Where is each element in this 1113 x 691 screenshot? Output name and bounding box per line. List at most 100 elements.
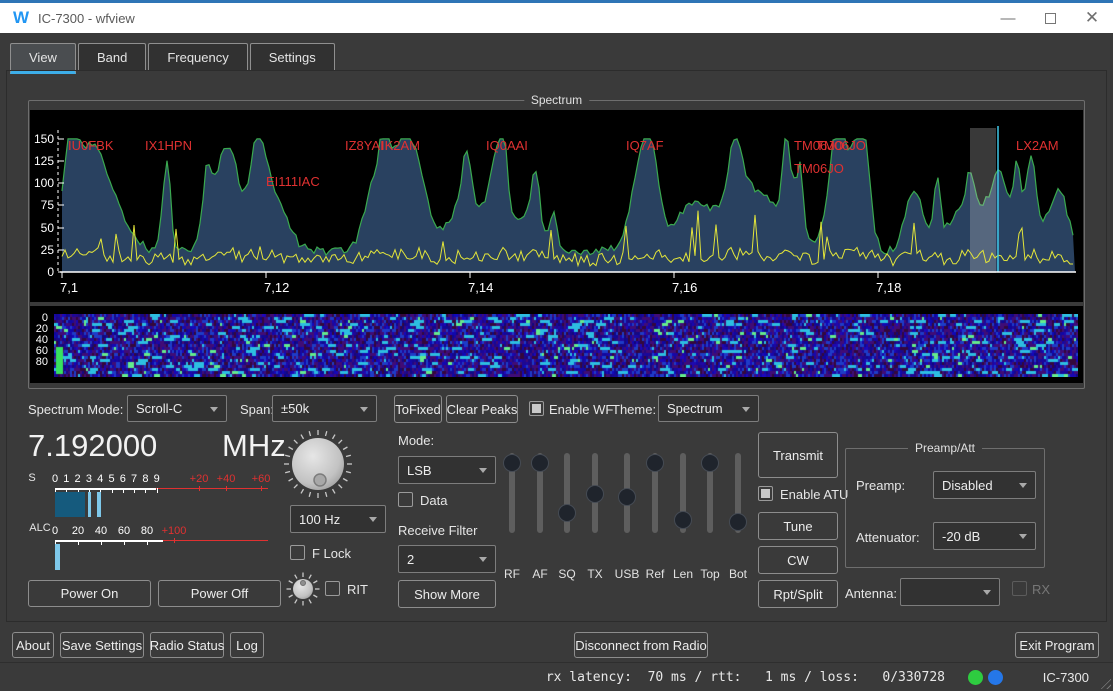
disconnect-button[interactable]: Disconnect from Radio (574, 632, 708, 658)
tune-button[interactable]: Tune (758, 512, 838, 540)
tab-band[interactable]: Band (78, 43, 146, 71)
attenuator-select[interactable]: -20 dB (933, 522, 1036, 550)
slider-label-sq: SQ (558, 567, 575, 581)
preamp-label: Preamp: (856, 478, 905, 493)
close-button[interactable]: ✕ (1071, 3, 1113, 33)
rpt-split-button[interactable]: Rpt/Split (758, 580, 838, 608)
receive-filter-select[interactable]: 2 (398, 545, 496, 573)
spectrum-x-tick: 7,18 (876, 280, 901, 295)
slider-handle[interactable] (674, 511, 692, 529)
spectrum-y-tick: 50 (41, 221, 55, 235)
slider-label-ref: Ref (646, 567, 665, 581)
slider-handle[interactable] (586, 485, 604, 503)
minimize-button[interactable]: — (987, 3, 1029, 33)
waterfall-y-tick: 80 (30, 356, 48, 368)
callsign-label[interactable]: LX2AM (1016, 138, 1059, 153)
data-mode-label: Data (420, 493, 447, 508)
show-more-button[interactable]: Show More (398, 580, 496, 608)
s-meter-tick: 4 (97, 473, 103, 485)
exit-program-button[interactable]: Exit Program (1015, 632, 1099, 658)
tofixed-button[interactable]: ToFixed (394, 395, 442, 423)
mode-label: Mode: (398, 433, 434, 448)
slider-bot[interactable] (727, 453, 749, 533)
slider-ref[interactable] (644, 453, 666, 533)
callsign-label[interactable]: IX1HPN (145, 138, 192, 153)
waterfall-canvas[interactable] (54, 314, 1078, 377)
callsign-label[interactable]: EI111IAC (266, 174, 320, 189)
chevron-down-icon (479, 468, 487, 473)
tuning-knob[interactable] (280, 426, 356, 502)
slider-usb[interactable] (616, 453, 638, 533)
rx-antenna-checkbox[interactable] (1012, 581, 1027, 596)
callsign-label[interactable]: IU0FBK (68, 138, 114, 153)
enable-atu-checkbox[interactable] (758, 486, 773, 501)
cw-button[interactable]: CW (758, 546, 838, 574)
clear-peaks-button[interactable]: Clear Peaks (446, 395, 518, 423)
callsign-label[interactable]: TM06JO (794, 161, 844, 176)
slider-top[interactable] (699, 453, 721, 533)
callsign-label[interactable]: IZ8YAI (345, 138, 384, 153)
chevron-down-icon (360, 407, 368, 412)
slider-label-len: Len (673, 567, 693, 581)
maximize-button[interactable] (1029, 3, 1071, 33)
log-button[interactable]: Log (230, 632, 264, 658)
antenna-select[interactable] (900, 578, 1000, 606)
s-meter-tick: 9 (154, 473, 160, 485)
slider-tx[interactable] (584, 453, 606, 533)
resize-grip[interactable] (1098, 676, 1111, 689)
minimize-icon: — (1001, 10, 1016, 27)
callsign-label[interactable]: TM06JO (816, 138, 866, 153)
frequency-display[interactable]: 7.192000 (28, 428, 157, 464)
alc-meter-tick: 60 (118, 525, 130, 537)
s-meter-tick: 8 (142, 473, 148, 485)
s-meter-tick: 0 (52, 473, 58, 485)
slider-label-af: AF (532, 567, 547, 581)
span-select[interactable]: ±50k (272, 395, 377, 422)
theme-select[interactable]: Spectrum (658, 395, 759, 422)
data-mode-checkbox[interactable] (398, 492, 413, 507)
callsign-label[interactable]: IQ7AF (626, 138, 664, 153)
tab-frequency[interactable]: Frequency (148, 43, 247, 71)
slider-handle[interactable] (531, 454, 549, 472)
slider-handle[interactable] (503, 454, 521, 472)
slider-len[interactable] (672, 453, 694, 533)
rit-knob[interactable] (285, 571, 321, 607)
slider-af[interactable] (529, 453, 551, 533)
rx-antenna-label: RX (1032, 582, 1050, 597)
slider-handle[interactable] (646, 454, 664, 472)
spectrum-mode-select[interactable]: Scroll-C (127, 395, 227, 422)
about-button[interactable]: About (12, 632, 54, 658)
slider-handle[interactable] (701, 454, 719, 472)
enable-atu-label: Enable ATU (780, 487, 848, 502)
slider-rf[interactable] (501, 453, 523, 533)
transmit-button[interactable]: Transmit (758, 432, 838, 478)
s-meter-tick: 1 (63, 473, 69, 485)
rit-checkbox[interactable] (325, 581, 340, 596)
spectrum-y-tick: 100 (34, 176, 54, 190)
slider-handle[interactable] (618, 488, 636, 506)
enable-wf-checkbox[interactable] (529, 401, 544, 416)
spectrum-plot[interactable]: 15012510075502507,17,127,147,167,18IU0FB… (30, 110, 1083, 302)
save-settings-button[interactable]: Save Settings (60, 632, 144, 658)
waterfall-plot[interactable]: 020406080 (30, 306, 1083, 383)
flock-checkbox[interactable] (290, 545, 305, 560)
alc-meter-label: ALC (29, 522, 50, 534)
mode-select[interactable]: LSB (398, 456, 496, 484)
tab-settings[interactable]: Settings (250, 43, 335, 71)
callsign-label[interactable]: IK2AM (381, 138, 420, 153)
callsign-label[interactable]: IQ0AAI (486, 138, 528, 153)
theme-value: Spectrum (667, 401, 723, 416)
enable-wf-label: Enable WF (549, 402, 613, 417)
slider-handle[interactable] (558, 504, 576, 522)
power-on-button[interactable]: Power On (28, 580, 151, 607)
power-off-button[interactable]: Power Off (158, 580, 281, 607)
radio-status-button[interactable]: Radio Status (150, 632, 224, 658)
s-meter-tick-red: +60 (252, 473, 271, 485)
tuning-step-select[interactable]: 100 Hz (290, 505, 386, 533)
chevron-down-icon (1019, 483, 1027, 488)
preamp-select[interactable]: Disabled (933, 471, 1036, 499)
antenna-label: Antenna: (845, 586, 897, 601)
slider-sq[interactable] (556, 453, 578, 533)
slider-handle[interactable] (729, 513, 747, 531)
spectrum-mode-value: Scroll-C (136, 401, 182, 416)
